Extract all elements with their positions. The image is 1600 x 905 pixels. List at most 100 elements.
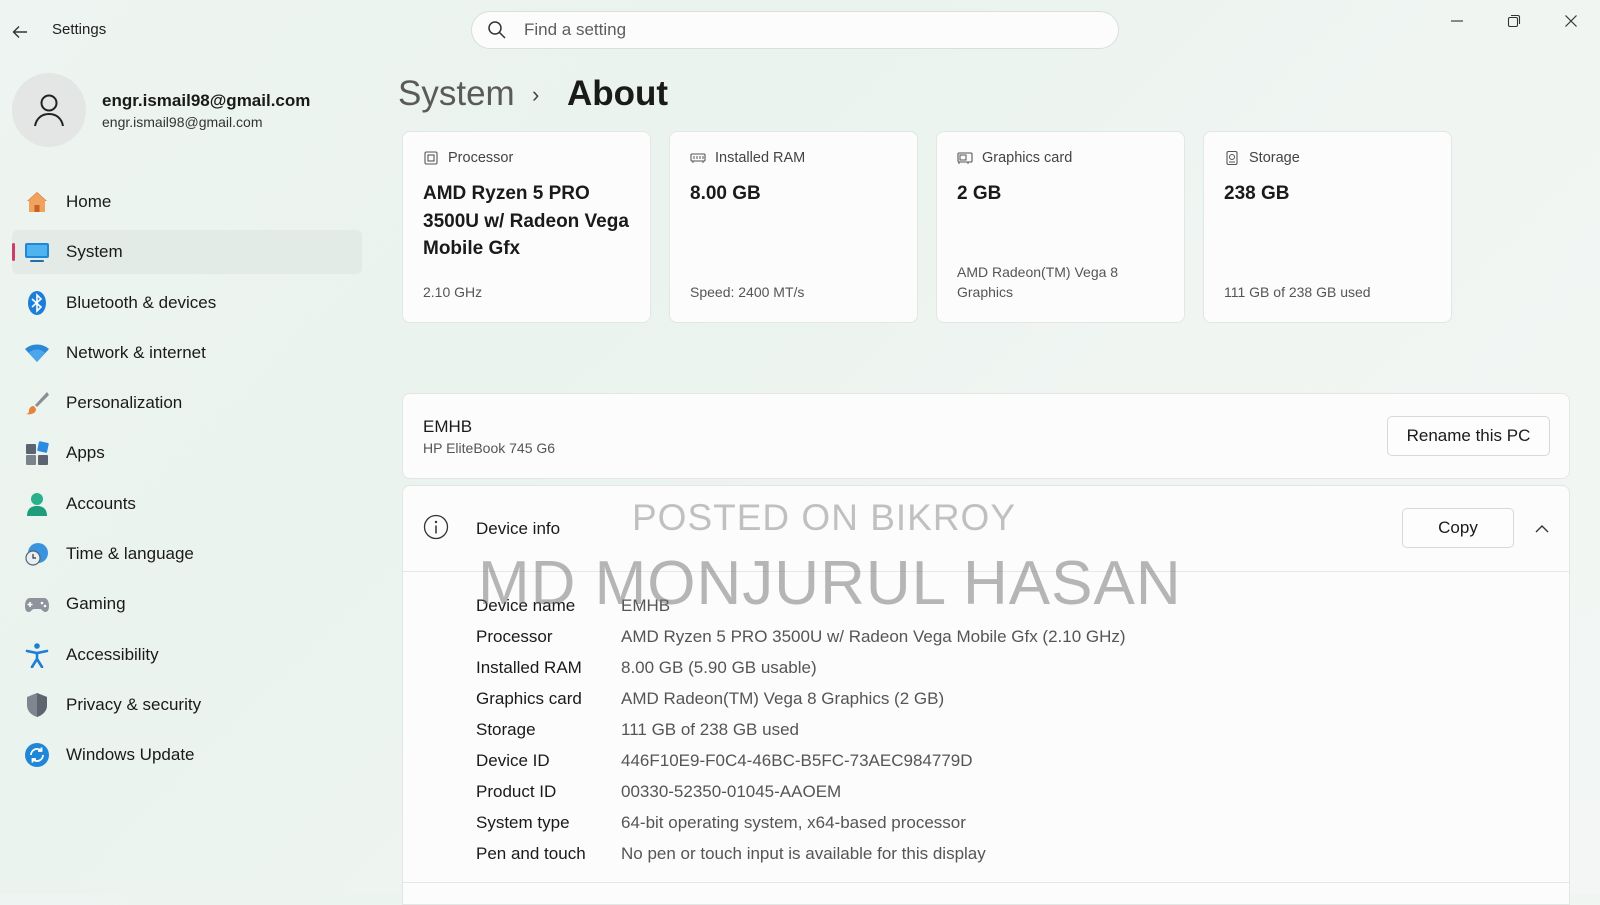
spec-row-installed-ram: Installed RAM 8.00 GB (5.90 GB usable) (476, 652, 1126, 683)
search-input[interactable] (522, 19, 1086, 41)
sidebar-item-bluetooth-devices[interactable]: Bluetooth & devices (12, 281, 362, 325)
pc-name-panel: EMHB HP EliteBook 745 G6 Rename this PC (402, 393, 1570, 479)
card-header: Storage (1249, 150, 1300, 166)
spec-key: Graphics card (476, 688, 582, 708)
search-icon (488, 21, 506, 39)
spec-key: Processor (476, 626, 553, 646)
sidebar-item-label: Apps (66, 443, 105, 463)
ram-icon (690, 153, 706, 163)
card-value: 238 GB (1224, 183, 1290, 204)
card-header: Processor (448, 150, 514, 166)
sidebar-item-personalization[interactable]: Personalization (12, 381, 362, 425)
sidebar-item-apps[interactable]: Apps (12, 431, 362, 475)
spec-row-product-id: Product ID 00330-52350-01045-AAOEM (476, 776, 1126, 807)
sidebar-item-system[interactable]: System (12, 230, 362, 275)
card-subtext: 2.10 GHz (423, 284, 483, 300)
close-button[interactable] (1546, 6, 1596, 36)
spec-key: System type (476, 812, 570, 832)
device-spec-list: Device name EMHB Processor AMD Ryzen 5 PRO… (476, 590, 1126, 869)
card-subtext: 111 GB of 238 GB used (1224, 284, 1371, 300)
spec-value: AMD Radeon(TM) Vega 8 Graphics (2 GB) (621, 688, 945, 708)
rename-pc-button[interactable]: Rename this PC (1387, 416, 1550, 456)
spec-card-storage: Storage 238 GB 111 GB of 238 GB used (1203, 131, 1452, 323)
restore-icon (1507, 14, 1521, 28)
apps-icon (24, 440, 50, 466)
device-info-panel: Device info Copy Device name EMHB Process… (402, 485, 1570, 905)
spec-card-graphics: Graphics card 2 GB AMD Radeon(TM) Vega 8… (936, 131, 1185, 323)
card-header: Installed RAM (715, 150, 806, 166)
minimize-button[interactable] (1432, 6, 1482, 36)
pc-model: HP EliteBook 745 G6 (423, 440, 556, 456)
card-subtext: Speed: 2400 MT/s (690, 284, 805, 300)
spec-row-pen-touch: Pen and touch No pen or touch input is av… (476, 838, 1126, 869)
card-subtext: AMD Radeon(TM) Vega 8 Graphics (957, 264, 1119, 300)
sidebar-nav: Home System Bluetooth & devices Network … (12, 180, 362, 784)
chevron-up-icon (1535, 525, 1549, 533)
copy-button[interactable]: Copy (1402, 508, 1514, 548)
pc-name: EMHB (423, 417, 473, 436)
sidebar-item-gaming[interactable]: Gaming (12, 582, 362, 626)
spec-value: EMHB (621, 595, 671, 615)
sidebar-item-label: System (66, 242, 123, 262)
back-button[interactable] (6, 18, 34, 46)
spec-key: Installed RAM (476, 657, 582, 677)
profile-name: engr.ismail98@gmail.com (102, 91, 311, 110)
home-icon (24, 189, 50, 215)
update-icon (24, 742, 50, 768)
sidebar-item-label: Home (66, 192, 112, 211)
info-icon (423, 514, 449, 540)
spec-value: No pen or touch input is available for t… (621, 843, 986, 863)
sidebar-item-accessibility[interactable]: Accessibility (12, 633, 362, 677)
sidebar-item-windows-update[interactable]: Windows Update (12, 733, 362, 777)
wifi-icon (24, 340, 50, 366)
device-info-header[interactable]: Device info Copy (403, 486, 1569, 572)
accounts-icon (24, 491, 50, 517)
sidebar-item-label: Accessibility (66, 644, 159, 664)
sidebar-item-label: Personalization (66, 393, 183, 413)
sidebar-item-privacy-security[interactable]: Privacy & security (12, 683, 362, 727)
sidebar-item-label: Windows Update (66, 745, 195, 765)
divider (403, 882, 1569, 883)
close-icon (1565, 15, 1577, 27)
spec-value: 64-bit operating system, x64-based proce… (621, 812, 966, 832)
breadcrumb-parent[interactable]: System (398, 74, 515, 114)
app-title: Settings (52, 21, 107, 38)
collapse-button[interactable] (1525, 512, 1559, 546)
storage-icon (1226, 150, 1238, 166)
bluetooth-icon (24, 290, 50, 316)
processor-icon (424, 151, 438, 165)
gamepad-icon (24, 591, 50, 617)
user-icon (34, 94, 64, 127)
breadcrumb-separator: › (532, 82, 540, 107)
card-value: AMD Ryzen 5 PRO 3500U w/ Radeon Vega Mob… (423, 183, 629, 259)
shield-icon (24, 692, 50, 718)
spec-key: Device ID (476, 750, 550, 770)
minimize-icon (1451, 20, 1463, 22)
spec-key: Product ID (476, 781, 557, 801)
avatar[interactable] (12, 73, 86, 147)
sidebar-item-network-internet[interactable]: Network & internet (12, 331, 362, 375)
system-icon (24, 239, 50, 265)
card-header: Graphics card (982, 150, 1073, 166)
page-title: About (567, 74, 669, 113)
spec-card-processor: Processor AMD Ryzen 5 PRO 3500U w/ Radeo… (402, 131, 651, 323)
card-value: 8.00 GB (690, 183, 761, 204)
sidebar-item-label: Time & language (66, 544, 194, 564)
spec-row-device-id: Device ID 446F10E9-F0C4-46BC-B5FC-73AEC98… (476, 745, 1126, 776)
spec-value: 8.00 GB (5.90 GB usable) (621, 657, 817, 677)
brush-icon (24, 390, 50, 416)
sidebar-item-time-language[interactable]: Time & language (12, 532, 362, 576)
accessibility-icon (24, 642, 50, 668)
sidebar-item-label: Network & internet (66, 342, 206, 362)
spec-key: Device name (476, 595, 576, 615)
spec-value: AMD Ryzen 5 PRO 3500U w/ Radeon Vega Mob… (621, 626, 1126, 646)
card-value: 2 GB (957, 183, 1002, 204)
spec-row-device-name: Device name EMHB (476, 590, 1126, 621)
sidebar-item-label: Privacy & security (66, 694, 202, 714)
sidebar-item-home[interactable]: Home (12, 180, 362, 224)
sidebar-item-accounts[interactable]: Accounts (12, 482, 362, 526)
spec-row-storage: Storage 111 GB of 238 GB used (476, 714, 1126, 745)
restore-button[interactable] (1489, 6, 1539, 36)
graphics-card-icon (957, 152, 973, 164)
search-box[interactable] (471, 11, 1119, 49)
